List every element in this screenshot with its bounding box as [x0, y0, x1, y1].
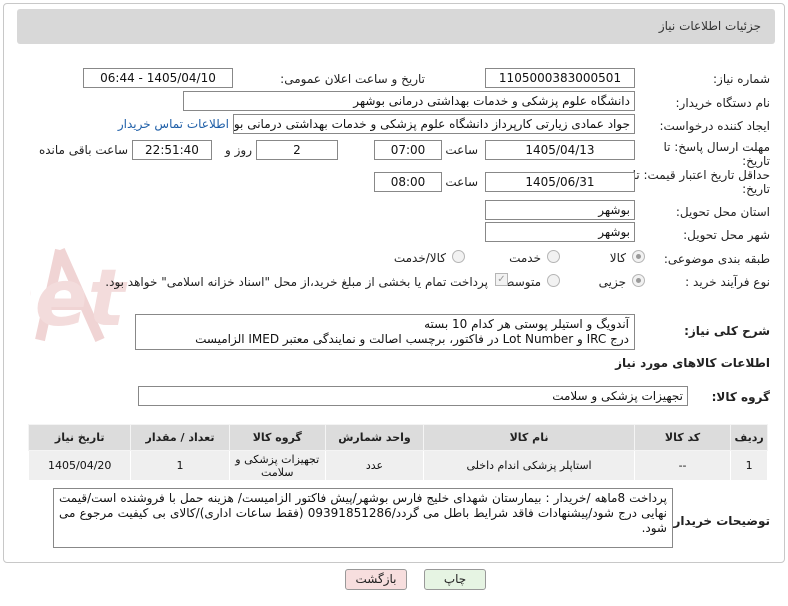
- requester-field: جواد عمادی زیارتی کارپرداز دانشگاه علوم …: [233, 114, 635, 134]
- remaining-label: ساعت باقی مانده: [38, 143, 128, 157]
- reply-date-field: 1405/04/13: [485, 140, 635, 160]
- col-goods-name: نام کالا: [423, 424, 635, 451]
- reply-deadline-label: مهلت ارسال پاسخ: تا تاریخ:: [663, 140, 770, 168]
- price-validity-label: حداقل تاریخ اعتبار قیمت: تا تاریخ:: [632, 168, 770, 196]
- validity-time-label: ساعت: [445, 175, 478, 189]
- category-option-goods: کالا: [609, 251, 626, 265]
- category-option-service: خدمت: [509, 251, 541, 265]
- col-goods-code: کد کالا: [633, 424, 732, 451]
- purchase-radio-minor[interactable]: [632, 274, 645, 287]
- reply-time-label: ساعت: [445, 143, 478, 157]
- validity-time-field: 08:00: [374, 172, 442, 192]
- days-field: 2: [256, 140, 338, 160]
- category-option-goods-service: کالا/خدمت: [393, 251, 446, 265]
- goods-group-label: گروه کالا:: [711, 390, 770, 404]
- requester-label: ایجاد کننده درخواست:: [659, 119, 770, 133]
- buyer-notes-label: توضیحات خریدار:: [668, 514, 770, 528]
- back-button[interactable]: بازگشت: [345, 569, 407, 590]
- purchase-option-minor: جزیی: [598, 275, 626, 289]
- header-bar: جزئیات اطلاعات نیاز: [17, 9, 775, 44]
- category-label: طبقه بندی موضوعی:: [663, 252, 770, 266]
- announce-datetime-field: 1405/04/10 - 06:44: [83, 68, 233, 88]
- category-radio-goods-service[interactable]: [452, 250, 465, 263]
- cell-goods-group: تجهیزات پزشکی و سلامت: [228, 450, 326, 481]
- description-text: آندویگ و استیلر پوستی هر کدام 10 بسته در…: [135, 314, 635, 350]
- province-label: استان محل تحویل:: [675, 205, 770, 219]
- description-line-2: درج IRC و Lot Number در فاکتور، برچسب اص…: [195, 332, 629, 346]
- purchase-radio-medium[interactable]: [547, 274, 560, 287]
- cell-goods-name: استاپلر پزشکی اندام داخلی: [423, 450, 635, 481]
- day-and-label: روز و: [225, 143, 252, 157]
- page-title: جزئیات اطلاعات نیاز: [658, 19, 761, 33]
- payment-treasury-checkbox[interactable]: ✓: [495, 273, 508, 286]
- payment-note: پرداخت تمام یا بخشی از مبلغ خرید،از محل …: [105, 275, 488, 289]
- col-need-date: تاریخ نیاز: [27, 424, 132, 451]
- buyer-org-field: دانشگاه علوم پزشکی و خدمات بهداشتی درمان…: [183, 91, 635, 111]
- goods-table-header-row: ردیف کد کالا نام کالا واحد شمارش گروه کا…: [27, 424, 768, 451]
- need-number-field: 1105000383000501: [485, 68, 635, 88]
- description-line-1: آندویگ و استیلر پوستی هر کدام 10 بسته: [424, 317, 629, 331]
- remaining-time-field: 22:51:40: [132, 140, 212, 160]
- buyer-org-label: نام دستگاه خریدار:: [675, 96, 771, 110]
- goods-group-field: تجهیزات پزشکی و سلامت: [138, 386, 688, 406]
- print-button[interactable]: چاپ: [424, 569, 486, 590]
- purchase-type-label: نوع فرآیند خرید :: [685, 275, 770, 289]
- col-row-number: ردیف: [730, 424, 768, 451]
- cell-goods-code: --: [633, 450, 732, 481]
- table-row: 1 -- استاپلر پزشکی اندام داخلی عدد تجهیز…: [27, 450, 768, 481]
- category-radio-goods[interactable]: [632, 250, 645, 263]
- purchase-option-medium: متوسط: [503, 275, 541, 289]
- goods-info-heading: اطلاعات کالاهای مورد نیاز: [615, 356, 770, 370]
- col-quantity: تعداد / مقدار: [130, 424, 230, 451]
- description-label: شرح کلی نیاز:: [684, 324, 770, 338]
- city-label: شهر محل تحویل:: [683, 228, 770, 242]
- buyer-notes-text: پرداخت 8ماهه /خریدار : بیمارستان شهدای خ…: [53, 488, 673, 548]
- cell-quantity: 1: [130, 450, 230, 481]
- reply-time-field: 07:00: [374, 140, 442, 160]
- goods-table: ردیف کد کالا نام کالا واحد شمارش گروه کا…: [27, 424, 768, 481]
- cell-row-number: 1: [730, 450, 768, 481]
- validity-date-field: 1405/06/31: [485, 172, 635, 192]
- col-goods-group: گروه کالا: [228, 424, 326, 451]
- cell-unit: عدد: [324, 450, 425, 481]
- province-field: بوشهر: [485, 200, 635, 220]
- announce-datetime-label: تاریخ و ساعت اعلان عمومی:: [280, 72, 425, 86]
- need-number-label: شماره نیاز:: [713, 72, 770, 86]
- cell-need-date: 1405/04/20: [27, 450, 132, 481]
- city-field: بوشهر: [485, 222, 635, 242]
- buyer-contact-link[interactable]: اطلاعات تماس خریدار: [118, 117, 229, 131]
- col-unit: واحد شمارش: [324, 424, 425, 451]
- category-radio-service[interactable]: [547, 250, 560, 263]
